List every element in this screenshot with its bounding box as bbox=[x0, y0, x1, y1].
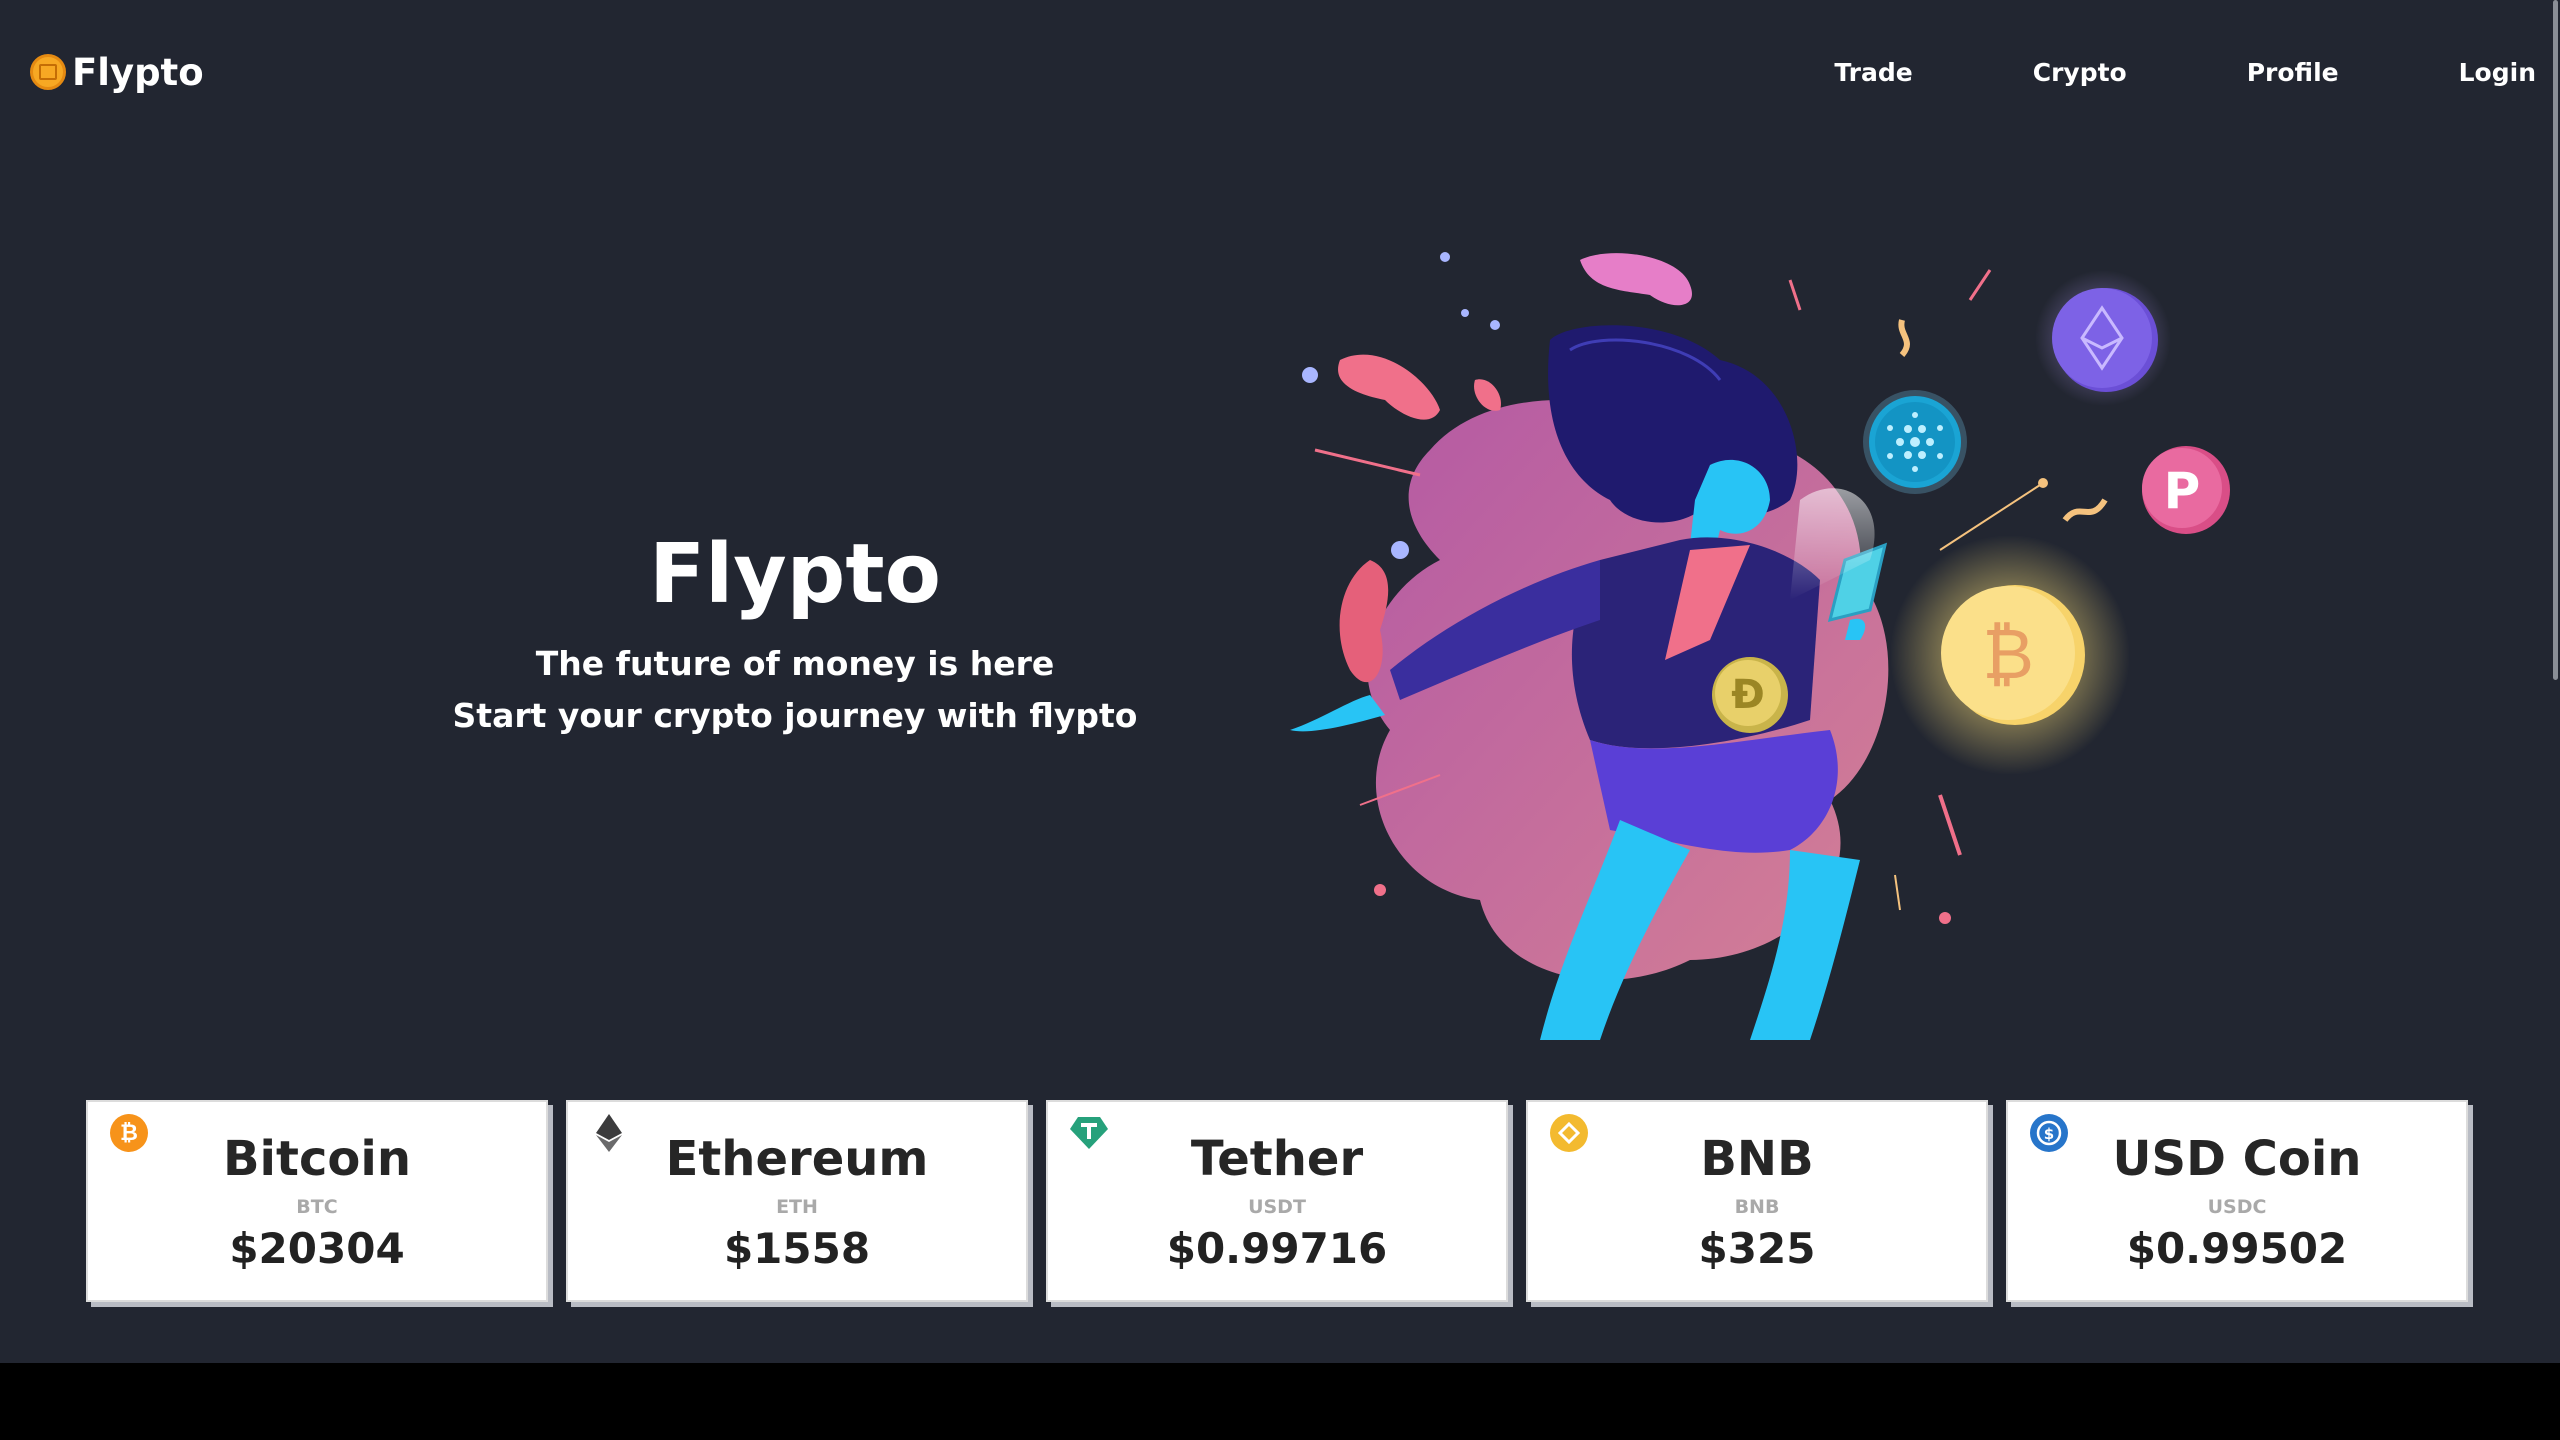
page: Flypto Trade Crypto Profile Login Flypto… bbox=[0, 0, 2560, 1363]
card-name: Ethereum bbox=[665, 1131, 929, 1187]
bnb-icon bbox=[1550, 1114, 1588, 1152]
svg-text:$: $ bbox=[2044, 1125, 2054, 1143]
bitcoin-icon: ₿ bbox=[110, 1114, 148, 1152]
card-price: $20304 bbox=[229, 1224, 405, 1273]
tether-icon bbox=[1070, 1114, 1108, 1152]
crypto-card-ethereum[interactable]: Ethereum ETH $1558 bbox=[566, 1100, 1028, 1302]
crypto-cards: ₿ Bitcoin BTC $20304 Ethereum ETH $1558 … bbox=[86, 1100, 2468, 1302]
hero-title: Flypto bbox=[649, 527, 941, 622]
hero-text: Flypto The future of money is here Start… bbox=[395, 520, 1195, 742]
page-scrollbar[interactable] bbox=[2550, 0, 2560, 1363]
card-symbol: ETH bbox=[776, 1196, 818, 1218]
hero-line-2: Start your crypto journey with flypto bbox=[452, 696, 1138, 735]
card-symbol: USDT bbox=[1248, 1196, 1306, 1218]
nav-crypto[interactable]: Crypto bbox=[1913, 56, 2127, 90]
hero-line-1: The future of money is here bbox=[535, 644, 1055, 683]
usd-coin-icon: $ bbox=[2030, 1114, 2068, 1152]
svg-text:Ð: Ð bbox=[1731, 672, 1765, 718]
nav-login[interactable]: Login bbox=[2339, 56, 2536, 90]
svg-text:₿: ₿ bbox=[1982, 613, 2034, 695]
coin-icon bbox=[30, 54, 66, 90]
card-symbol: BNB bbox=[1734, 1196, 1780, 1218]
card-price: $325 bbox=[1698, 1224, 1816, 1273]
brand-logo[interactable]: Flypto bbox=[30, 50, 204, 94]
crypto-card-usd-coin[interactable]: $ USD Coin USDC $0.99502 bbox=[2006, 1100, 2468, 1302]
card-price: $0.99502 bbox=[2126, 1224, 2348, 1273]
svg-text:P: P bbox=[2164, 462, 2201, 520]
woman-with-crypto-coins-illustration: ₿ Ð P bbox=[1290, 252, 2230, 1040]
card-name: BNB bbox=[1700, 1131, 1814, 1187]
card-symbol: BTC bbox=[296, 1196, 338, 1218]
card-price: $0.99716 bbox=[1166, 1224, 1388, 1273]
main-nav: Trade Crypto Profile Login bbox=[1834, 56, 2536, 90]
card-name: USD Coin bbox=[2112, 1131, 2362, 1187]
hero-subtitle: The future of money is here Start your c… bbox=[395, 638, 1195, 742]
crypto-card-tether[interactable]: Tether USDT $0.99716 bbox=[1046, 1100, 1508, 1302]
card-price: $1558 bbox=[723, 1224, 871, 1273]
card-name: Tether bbox=[1190, 1131, 1364, 1187]
card-symbol: USDC bbox=[2207, 1196, 2267, 1218]
scrollbar-thumb[interactable] bbox=[2553, 0, 2558, 680]
card-name: Bitcoin bbox=[222, 1131, 412, 1187]
brand-name: Flypto bbox=[72, 50, 204, 94]
nav-trade[interactable]: Trade bbox=[1834, 56, 1912, 90]
ethereum-icon bbox=[590, 1114, 628, 1152]
crypto-card-bnb[interactable]: BNB BNB $325 bbox=[1526, 1100, 1988, 1302]
nav-profile[interactable]: Profile bbox=[2127, 56, 2339, 90]
crypto-card-bitcoin[interactable]: ₿ Bitcoin BTC $20304 bbox=[86, 1100, 548, 1302]
